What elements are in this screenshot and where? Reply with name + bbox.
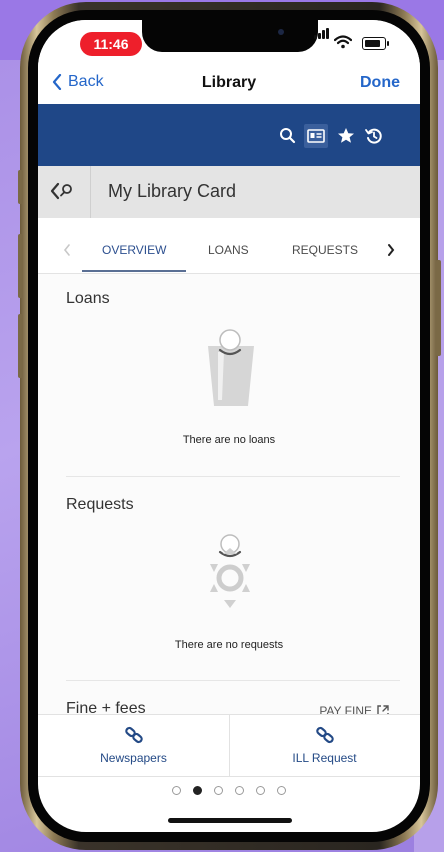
done-button[interactable]: Done bbox=[360, 74, 400, 92]
tab-loans[interactable]: LOANS bbox=[208, 243, 249, 257]
requests-empty-text: There are no requests bbox=[174, 639, 284, 651]
search-icon[interactable] bbox=[276, 124, 300, 148]
back-search-button[interactable] bbox=[38, 166, 91, 218]
section-divider bbox=[66, 680, 400, 681]
ill-request-button[interactable]: ILL Request bbox=[229, 715, 420, 777]
screen: 11:46 Back Library Done My Library Card … bbox=[38, 20, 420, 832]
page-dot[interactable] bbox=[277, 785, 286, 795]
card-header: My Library Card bbox=[38, 166, 420, 218]
library-card-icon[interactable] bbox=[304, 124, 328, 148]
page-dot-active[interactable] bbox=[193, 785, 202, 795]
battery-icon bbox=[362, 37, 386, 50]
newspapers-button[interactable]: Newspapers bbox=[38, 715, 229, 777]
card-title: My Library Card bbox=[108, 181, 237, 201]
empty-requests-icon bbox=[210, 534, 250, 608]
star-icon[interactable] bbox=[334, 124, 358, 148]
camera-dot bbox=[278, 29, 284, 35]
loans-section-title: Loans bbox=[66, 290, 110, 307]
nav-bar: Back Library Done bbox=[38, 64, 420, 104]
tab-next-icon[interactable] bbox=[386, 242, 396, 258]
status-time: 11:46 bbox=[80, 32, 142, 56]
tab-overview[interactable]: OVERVIEW bbox=[102, 243, 166, 257]
power-button bbox=[436, 260, 441, 356]
home-indicator[interactable] bbox=[168, 818, 292, 823]
page-dots[interactable] bbox=[38, 780, 420, 800]
page-dot[interactable] bbox=[256, 785, 265, 795]
volume-up-button bbox=[18, 234, 23, 298]
bottom-bar: Newspapers ILL Request bbox=[38, 714, 420, 777]
requests-section-title: Requests bbox=[66, 496, 134, 513]
battery-cap bbox=[387, 41, 389, 46]
empty-loans-icon bbox=[208, 329, 254, 406]
volume-down-button bbox=[18, 314, 23, 378]
active-tab-indicator bbox=[82, 270, 186, 272]
newspapers-label: Newspapers bbox=[100, 751, 167, 765]
chevron-left-search-icon bbox=[50, 182, 72, 200]
page-dot[interactable] bbox=[172, 785, 181, 795]
bottom-divider bbox=[38, 776, 420, 777]
history-icon[interactable] bbox=[362, 124, 386, 148]
tab-requests[interactable]: REQUESTS bbox=[292, 243, 358, 257]
page-dot[interactable] bbox=[214, 785, 223, 795]
notch bbox=[142, 20, 318, 52]
wifi-icon bbox=[334, 35, 352, 49]
blue-toolbar bbox=[38, 104, 420, 166]
link-icon bbox=[125, 726, 143, 744]
ill-request-label: ILL Request bbox=[292, 751, 357, 765]
status-bar: 11:46 bbox=[38, 20, 420, 64]
mute-switch bbox=[18, 170, 23, 204]
page-dot[interactable] bbox=[235, 785, 244, 795]
tab-prev-icon[interactable] bbox=[62, 242, 72, 258]
link-icon bbox=[316, 726, 334, 744]
loans-empty-text: There are no loans bbox=[182, 434, 276, 446]
section-divider bbox=[66, 476, 400, 477]
tab-bar: OVERVIEW LOANS REQUESTS bbox=[38, 218, 420, 272]
